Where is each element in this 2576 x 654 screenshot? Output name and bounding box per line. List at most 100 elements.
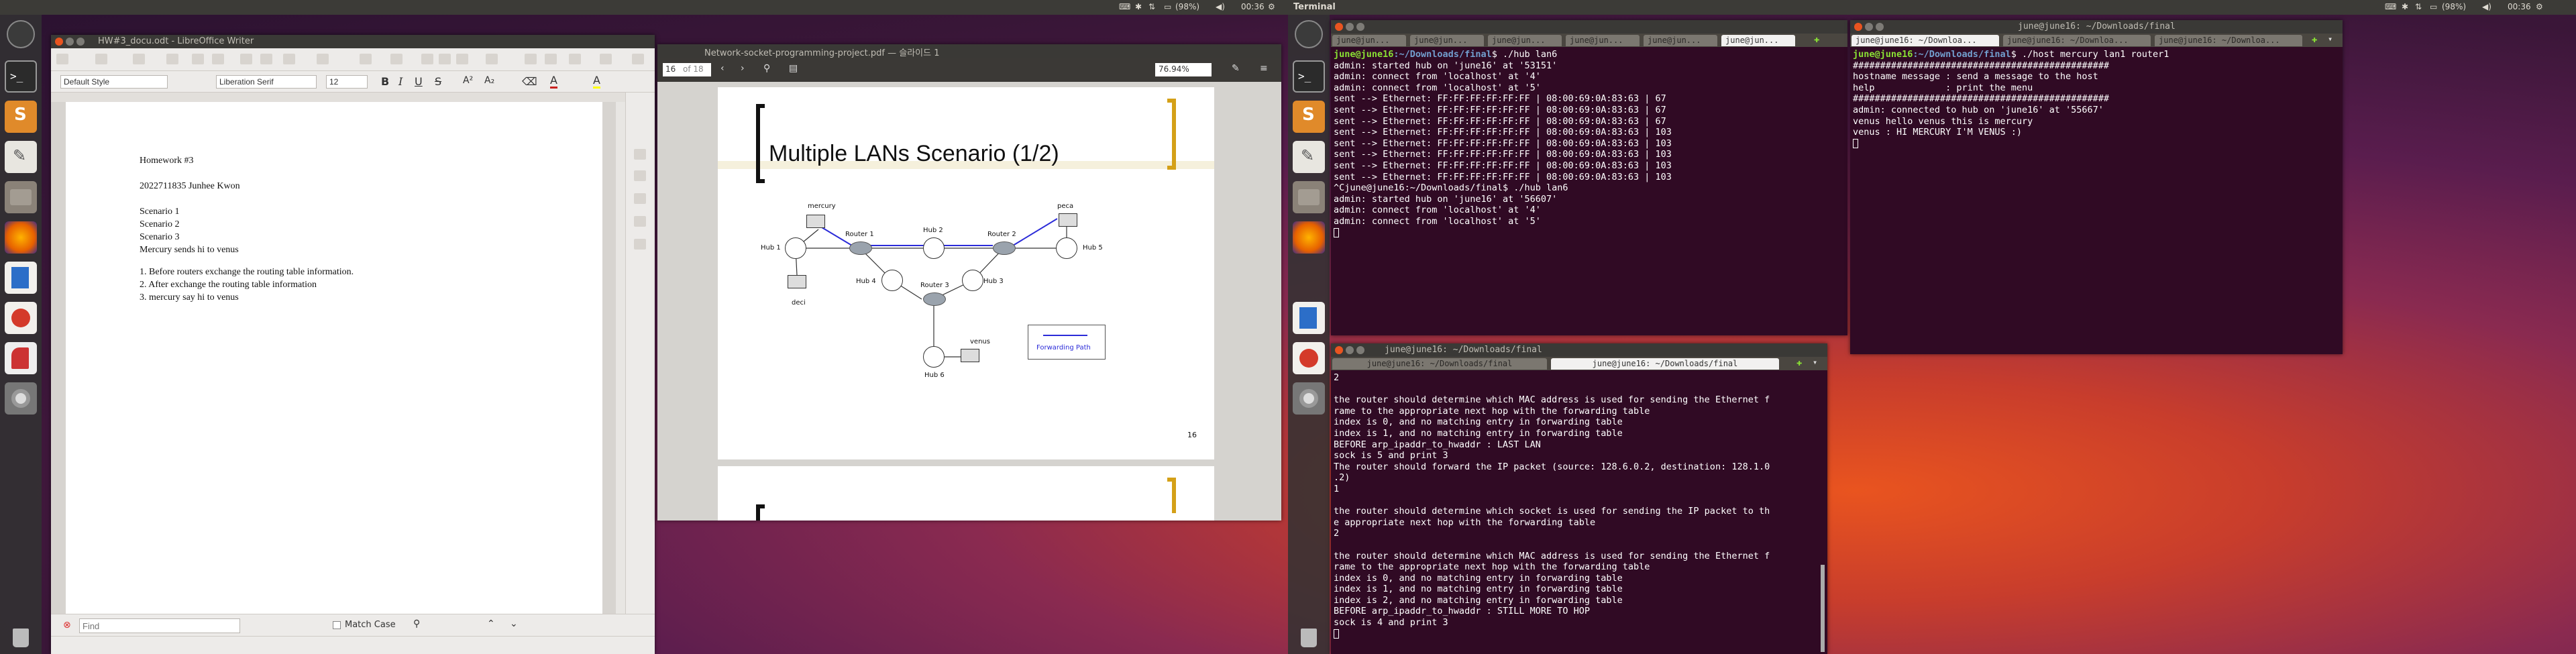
font-color-icon[interactable]: A bbox=[550, 74, 557, 89]
insert-table-icon[interactable] bbox=[486, 54, 498, 64]
maximize-button[interactable] bbox=[1356, 346, 1364, 354]
sidebar-toggle-icon[interactable]: ▤ bbox=[789, 63, 798, 74]
clock-2[interactable]: 00:36 bbox=[2508, 2, 2531, 11]
network-icon[interactable]: ⇅ bbox=[1148, 2, 1155, 11]
page-icon[interactable] bbox=[634, 170, 646, 181]
minimize-button[interactable] bbox=[66, 38, 74, 46]
italic-button[interactable]: I bbox=[398, 75, 402, 88]
bluetooth-icon[interactable]: ✱ bbox=[1135, 2, 1142, 11]
navigator-icon[interactable] bbox=[634, 239, 646, 250]
close-button[interactable] bbox=[1335, 23, 1343, 31]
minimize-button[interactable] bbox=[1346, 23, 1354, 31]
trash-icon[interactable] bbox=[1293, 622, 1325, 654]
files-icon[interactable] bbox=[5, 181, 37, 213]
terminal-output[interactable]: 2 the router should determine which MAC a… bbox=[1331, 370, 1827, 641]
writer-icon[interactable] bbox=[1293, 302, 1325, 334]
paste-icon[interactable] bbox=[283, 54, 295, 64]
superscript-button[interactable]: A² bbox=[463, 75, 473, 86]
scrollbar-thumb[interactable] bbox=[1821, 565, 1825, 652]
search-icon[interactable]: ⚲ bbox=[763, 63, 770, 74]
ubuntu-logo-icon[interactable] bbox=[1295, 20, 1323, 48]
pdf-canvas[interactable]: Multiple LANs Scenario (1/2) mercury pec… bbox=[657, 82, 1281, 521]
copy-icon[interactable] bbox=[260, 54, 272, 64]
zoom-select[interactable]: 76.94% bbox=[1155, 63, 1212, 76]
minimize-button[interactable] bbox=[1346, 346, 1354, 354]
firefox-icon[interactable] bbox=[1293, 221, 1325, 254]
sublime-text-icon[interactable]: S bbox=[5, 101, 37, 133]
open-icon[interactable] bbox=[95, 54, 107, 64]
export-pdf-icon[interactable] bbox=[166, 54, 178, 64]
print-icon[interactable] bbox=[192, 54, 204, 64]
impress-icon[interactable] bbox=[1293, 342, 1325, 374]
terminal-tab[interactable]: june@june16: ~/Downloads/final bbox=[1332, 358, 1547, 370]
new-tab-icon[interactable]: ✚ bbox=[2312, 34, 2317, 45]
find-replace-icon[interactable] bbox=[421, 54, 433, 64]
search-icon[interactable]: ⚲ bbox=[413, 618, 420, 629]
maximize-button[interactable] bbox=[1356, 23, 1364, 31]
special-char-icon[interactable] bbox=[569, 54, 581, 64]
find-next-icon[interactable]: ⌄ bbox=[510, 618, 518, 629]
terminal-tab-active[interactable]: june@june16: ~/Downloa... bbox=[1851, 35, 1999, 46]
network-icon-2[interactable]: ⇅ bbox=[2415, 2, 2422, 11]
terminal-titlebar[interactable]: june@june16: ~/Downloads/final bbox=[1850, 20, 2343, 34]
annotate-icon[interactable]: ✎ bbox=[1232, 63, 1240, 74]
tabs-menu-icon[interactable]: ▾ bbox=[1813, 358, 1817, 367]
clock[interactable]: 00:36 bbox=[1241, 2, 1265, 11]
prev-page-icon[interactable]: ‹ bbox=[720, 63, 724, 74]
page-number-input[interactable]: 16 bbox=[663, 63, 682, 76]
maximize-button[interactable] bbox=[1876, 23, 1884, 31]
clear-format-icon[interactable]: ⌫ bbox=[522, 75, 537, 88]
close-button[interactable] bbox=[1335, 346, 1343, 354]
trash-icon[interactable] bbox=[5, 622, 37, 654]
terminal-tab[interactable]: june@jun... bbox=[1410, 35, 1484, 46]
font-name-select[interactable]: Liberation Serif bbox=[216, 75, 317, 89]
formatting-marks-icon[interactable] bbox=[456, 54, 468, 64]
terminal-icon[interactable]: >_ bbox=[5, 60, 37, 93]
gear-icon-2[interactable]: ⚙ bbox=[2536, 2, 2543, 11]
text-editor-icon[interactable]: ✎ bbox=[1293, 141, 1325, 173]
font-size-select[interactable]: 12 bbox=[326, 75, 368, 89]
gear-icon[interactable]: ⚙ bbox=[1268, 2, 1275, 11]
terminal-tab-active[interactable]: june@jun... bbox=[1721, 35, 1795, 46]
text-editor-icon[interactable]: ✎ bbox=[5, 141, 37, 173]
tabs-menu-icon[interactable]: ▾ bbox=[2328, 34, 2332, 44]
highlight-icon[interactable]: A bbox=[593, 74, 600, 89]
battery-icon[interactable]: ▭ bbox=[1164, 2, 1171, 11]
writer-titlebar[interactable]: HW#3_docu.odt - LibreOffice Writer bbox=[51, 35, 655, 48]
bluetooth-icon-2[interactable]: ✱ bbox=[2402, 2, 2408, 11]
strikethrough-button[interactable]: S bbox=[435, 75, 441, 88]
disc-icon[interactable] bbox=[5, 382, 37, 415]
keyboard-icon-2[interactable]: ⌨ bbox=[2385, 2, 2396, 11]
close-button[interactable] bbox=[55, 38, 63, 46]
firefox-icon[interactable] bbox=[5, 221, 37, 254]
print-preview-icon[interactable] bbox=[212, 54, 224, 64]
terminal-tab[interactable]: june@jun... bbox=[1644, 35, 1717, 46]
close-button[interactable] bbox=[1854, 23, 1862, 31]
spelling-icon[interactable] bbox=[439, 54, 451, 64]
insert-chart-icon[interactable] bbox=[545, 54, 557, 64]
clone-format-icon[interactable] bbox=[317, 54, 329, 64]
new-tab-icon[interactable]: ✚ bbox=[1796, 358, 1802, 368]
next-page-icon[interactable]: › bbox=[741, 63, 745, 74]
more-icon[interactable] bbox=[632, 54, 644, 64]
document-page[interactable]: Homework #3 2022711835 Junhee Kwon Scena… bbox=[66, 102, 602, 614]
new-tab-icon[interactable]: ✚ bbox=[1814, 34, 1819, 45]
terminal-tab[interactable]: june@june16: ~/Downloa... bbox=[2003, 35, 2151, 46]
terminal-titlebar[interactable]: june@june16: ~/Downloads/final bbox=[1331, 343, 1827, 357]
terminal-tab[interactable]: june@jun... bbox=[1488, 35, 1562, 46]
terminal-output[interactable]: june@june16:~/Downloads/final$ ./host me… bbox=[1850, 47, 2343, 151]
insert-image-icon[interactable] bbox=[525, 54, 537, 64]
styles-icon[interactable] bbox=[634, 193, 646, 204]
keyboard-icon[interactable]: ⌨ bbox=[1119, 2, 1130, 11]
underline-button[interactable]: U bbox=[415, 75, 423, 88]
cut-icon[interactable] bbox=[240, 54, 252, 64]
paragraph-style-select[interactable]: Default Style bbox=[60, 75, 168, 89]
new-doc-icon[interactable] bbox=[56, 54, 68, 64]
minimize-button[interactable] bbox=[1865, 23, 1873, 31]
terminal-tab-active[interactable]: june@june16: ~/Downloads/final bbox=[1551, 358, 1779, 370]
close-find-icon[interactable]: ⊗ bbox=[63, 620, 71, 631]
terminal-tab[interactable]: june@june16: ~/Downloa... bbox=[2155, 35, 2302, 46]
disc-icon[interactable] bbox=[1293, 382, 1325, 415]
redo-icon[interactable] bbox=[390, 54, 402, 64]
subscript-button[interactable]: A₂ bbox=[484, 75, 494, 86]
